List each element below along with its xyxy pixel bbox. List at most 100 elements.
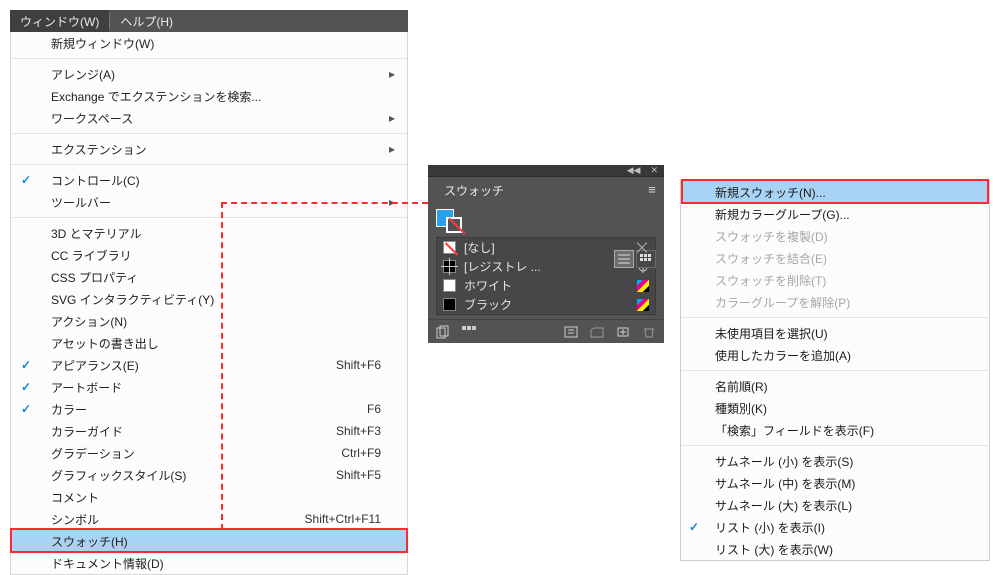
swatch-row[interactable]: ホワイト xyxy=(437,276,655,295)
menu-item[interactable]: ✓アピアランス(E)Shift+F6 xyxy=(11,354,407,376)
menu-item-label: コントロール(C) xyxy=(41,172,373,189)
menu-item-shortcut: F6 xyxy=(359,402,381,416)
flyout-item-label: 新規スウォッチ(N)... xyxy=(707,184,963,201)
flyout-item-label: スウォッチを削除(T) xyxy=(707,272,963,289)
submenu-arrow-icon: ▸ xyxy=(381,67,395,81)
swatch-label: ブラック xyxy=(464,296,629,313)
menu-item-label: コメント xyxy=(41,489,373,506)
menu-item-label: グラフィックスタイル(S) xyxy=(41,467,328,484)
swatch-chip xyxy=(443,298,456,311)
flyout-item-label: サムネール (小) を表示(S) xyxy=(707,453,963,470)
menu-item[interactable]: アレンジ(A) ▸ xyxy=(11,63,407,85)
submenu-arrow-icon: ▸ xyxy=(381,111,395,125)
check-icon: ✓ xyxy=(11,402,41,416)
swatch-row[interactable]: ブラック xyxy=(437,295,655,314)
swatch-indicator-icon xyxy=(637,280,649,292)
flyout-item[interactable]: 未使用項目を選択(U) xyxy=(681,322,989,344)
menu-item[interactable]: SVG インタラクティビティ(Y) xyxy=(11,288,407,310)
menu-item-label: CC ライブラリ xyxy=(41,247,373,264)
flyout-item-label: 「検索」フィールドを表示(F) xyxy=(707,422,963,439)
flyout-item-label: リスト (大) を表示(W) xyxy=(707,541,963,558)
flyout-item[interactable]: 種類別(K) xyxy=(681,397,989,419)
menu-separator xyxy=(11,133,407,134)
flyout-item[interactable]: サムネール (中) を表示(M) xyxy=(681,472,989,494)
fill-stroke-indicator[interactable] xyxy=(436,209,464,233)
menu-item[interactable]: 新規ウィンドウ(W) xyxy=(11,32,407,54)
menu-help[interactable]: ヘルプ(H) xyxy=(110,10,183,32)
menu-item[interactable]: コメント xyxy=(11,486,407,508)
new-swatch-icon[interactable] xyxy=(614,324,632,340)
menu-item-label: CSS プロパティ xyxy=(41,269,373,286)
menu-item[interactable]: ワークスペース▸ xyxy=(11,107,407,129)
menu-item-label: カラー xyxy=(41,401,359,418)
menu-item[interactable]: ドキュメント情報(D) xyxy=(11,552,407,574)
flyout-item: スウォッチを削除(T) xyxy=(681,269,989,291)
swatch-chip xyxy=(443,260,456,273)
menu-item[interactable]: ✓カラーF6 xyxy=(11,398,407,420)
flyout-item[interactable]: 名前順(R) xyxy=(681,375,989,397)
flyout-item[interactable]: ✓リスト (小) を表示(I) xyxy=(681,516,989,538)
menu-item[interactable]: ✓アートボード xyxy=(11,376,407,398)
delete-swatch-icon[interactable] xyxy=(640,324,658,340)
flyout-item[interactable]: サムネール (大) を表示(L) xyxy=(681,494,989,516)
menu-item-label: アクション(N) xyxy=(41,313,373,330)
menu-item[interactable]: ツールバー▸ xyxy=(11,191,407,213)
stroke-chip[interactable] xyxy=(446,217,462,233)
show-kinds-icon[interactable] xyxy=(460,324,478,340)
menu-item-shortcut: Shift+F5 xyxy=(328,468,381,482)
menu-item[interactable]: ✓コントロール(C) xyxy=(11,169,407,191)
menu-item-label: アートボード xyxy=(41,379,373,396)
panel-dock-close-icon[interactable]: ✕ xyxy=(650,166,658,175)
menu-item[interactable]: カラーガイドShift+F3 xyxy=(11,420,407,442)
menu-item[interactable]: 3D とマテリアル xyxy=(11,222,407,244)
menu-item[interactable]: CC ライブラリ xyxy=(11,244,407,266)
flyout-item-label: カラーグループを解除(P) xyxy=(707,294,963,311)
menu-item-label: アピアランス(E) xyxy=(41,357,328,374)
flyout-item: スウォッチを結合(E) xyxy=(681,247,989,269)
flyout-item-label: 使用したカラーを追加(A) xyxy=(707,347,963,364)
swatch-libraries-icon[interactable] xyxy=(434,324,452,340)
view-list-button[interactable] xyxy=(614,250,634,268)
submenu-arrow-icon: ▸ xyxy=(381,195,395,209)
flyout-item-label: 未使用項目を選択(U) xyxy=(707,325,963,342)
swatch-options-icon[interactable] xyxy=(562,324,580,340)
flyout-item[interactable]: 新規カラーグループ(G)... xyxy=(681,203,989,225)
flyout-item-label: 種類別(K) xyxy=(707,400,963,417)
menu-item-label: グラデーション xyxy=(41,445,333,462)
menu-item-label: アレンジ(A) xyxy=(41,66,373,83)
menu-separator xyxy=(681,445,989,446)
flyout-item-label: リスト (小) を表示(I) xyxy=(707,519,963,536)
menu-item[interactable]: シンボルShift+Ctrl+F11 xyxy=(11,508,407,530)
panel-tabbar: スウォッチ ≡ xyxy=(428,177,664,201)
panel-dock-collapse-icon[interactable]: ◀◀ xyxy=(627,166,641,175)
menu-item[interactable]: スウォッチ(H) xyxy=(11,530,407,552)
menu-item[interactable]: アクション(N) xyxy=(11,310,407,332)
flyout-item[interactable]: 使用したカラーを追加(A) xyxy=(681,344,989,366)
flyout-item-label: スウォッチを結合(E) xyxy=(707,250,963,267)
menu-item[interactable]: グラデーションCtrl+F9 xyxy=(11,442,407,464)
menu-item[interactable]: CSS プロパティ xyxy=(11,266,407,288)
menu-item[interactable]: Exchange でエクステンションを検索... xyxy=(11,85,407,107)
swatch-indicator-icon xyxy=(635,241,649,255)
menu-item-shortcut: Shift+F3 xyxy=(328,424,381,438)
panel-dock-bar[interactable]: ◀◀ ✕ xyxy=(428,165,664,177)
flyout-item[interactable]: 新規スウォッチ(N)... xyxy=(681,181,989,203)
new-color-group-icon[interactable] xyxy=(588,324,606,340)
hamburger-icon: ≡ xyxy=(648,182,656,197)
menu-window[interactable]: ウィンドウ(W) xyxy=(10,10,109,32)
menu-item-label: エクステンション xyxy=(41,141,373,158)
menu-item[interactable]: アセットの書き出し xyxy=(11,332,407,354)
flyout-item[interactable]: サムネール (小) を表示(S) xyxy=(681,450,989,472)
menu-item[interactable]: エクステンション▸ xyxy=(11,138,407,160)
flyout-item-label: スウォッチを複製(D) xyxy=(707,228,963,245)
menu-item-label: スウォッチ(H) xyxy=(41,533,373,550)
flyout-item[interactable]: リスト (大) を表示(W) xyxy=(681,538,989,560)
panel-flyout-button[interactable]: ≡ xyxy=(640,177,664,201)
tab-swatches[interactable]: スウォッチ xyxy=(434,179,514,201)
menu-separator xyxy=(681,370,989,371)
flyout-item-label: 新規カラーグループ(G)... xyxy=(707,206,963,223)
flyout-item-label: サムネール (大) を表示(L) xyxy=(707,497,963,514)
flyout-item[interactable]: 「検索」フィールドを表示(F) xyxy=(681,419,989,441)
menu-item[interactable]: グラフィックスタイル(S)Shift+F5 xyxy=(11,464,407,486)
window-menu-dropdown: 新規ウィンドウ(W) アレンジ(A) ▸ Exchange でエクステンションを検索.… xyxy=(10,32,408,575)
